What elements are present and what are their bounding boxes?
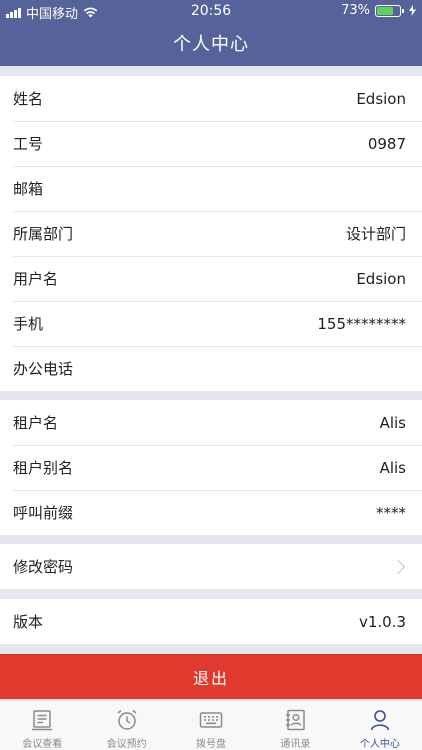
tab-label: 通讯录 [280, 739, 311, 750]
tab-keypad[interactable]: 拨号盘 [169, 701, 253, 750]
row-label: 版本 [13, 613, 44, 631]
page-title: 个人中心 [173, 34, 249, 55]
keypad-icon [199, 712, 223, 728]
tenant-row-call-prefix: 呼叫前缀 **** [0, 490, 422, 535]
profile-row-department: 所属部门 设计部门 [0, 211, 422, 256]
profile-row-employee-id: 工号 0987 [0, 121, 422, 166]
tab-contacts[interactable]: 通讯录 [253, 701, 337, 750]
row-label: 办公电话 [13, 360, 74, 378]
profile-row-username: 用户名 Edsion [0, 256, 422, 301]
tab-meeting-list[interactable]: 会议查看 [0, 701, 84, 750]
row-value: 155******** [317, 314, 406, 333]
version-group: 版本 v1.0.3 [0, 599, 422, 644]
top-bar: 中国移动 20:56 73% 个人中心 [0, 0, 422, 66]
charging-icon [409, 5, 416, 16]
profile-row-email: 邮箱 [0, 166, 422, 211]
row-value: v1.0.3 [358, 612, 406, 631]
profile-row-name: 姓名 Edsion [0, 76, 422, 121]
status-right: 73% [341, 3, 416, 18]
row-label: 工号 [13, 135, 44, 153]
meeting-list-icon [32, 710, 53, 731]
row-label: 修改密码 [13, 558, 74, 576]
tab-bar: 会议查看 会议预约 拨号盘 通讯录 个人中心 [0, 700, 422, 750]
row-label: 呼叫前缀 [13, 504, 74, 522]
row-label: 租户名 [13, 414, 59, 432]
profile-group: 姓名 Edsion 工号 0987 邮箱 所属部门 设计部门 用户名 Edsio… [0, 76, 422, 391]
battery-percent: 73% [341, 3, 370, 18]
change-password-row[interactable]: 修改密码 [0, 544, 422, 589]
tab-meeting-booking[interactable]: 会议预约 [84, 701, 168, 750]
tab-profile[interactable]: 个人中心 [338, 701, 422, 750]
chevron-right-icon [390, 559, 406, 574]
version-row: 版本 v1.0.3 [0, 599, 422, 644]
person-icon [370, 710, 390, 731]
profile-row-office-phone: 办公电话 [0, 346, 422, 391]
row-value: Alis [379, 413, 406, 432]
row-value: Edsion [356, 89, 406, 108]
tab-label: 会议查看 [22, 739, 63, 750]
row-value: 0987 [367, 134, 406, 153]
tenant-row-name: 租户名 Alis [0, 400, 422, 445]
alarm-clock-icon [117, 709, 137, 730]
row-value: Alis [379, 458, 406, 477]
row-value: **** [376, 503, 406, 522]
row-label: 姓名 [13, 90, 44, 108]
tab-label: 拨号盘 [196, 739, 227, 750]
row-label: 手机 [13, 315, 44, 333]
tenant-group: 租户名 Alis 租户别名 Alis 呼叫前缀 **** [0, 400, 422, 535]
tenant-row-alias: 租户别名 Alis [0, 445, 422, 490]
row-value: 设计部门 [345, 225, 406, 243]
tab-label: 个人中心 [359, 739, 400, 750]
row-value: Edsion [356, 269, 406, 288]
row-label: 邮箱 [13, 180, 44, 198]
status-bar: 中国移动 20:56 73% [0, 0, 422, 22]
row-label: 租户别名 [13, 459, 74, 477]
profile-row-mobile: 手机 155******** [0, 301, 422, 346]
row-label: 所属部门 [13, 225, 74, 243]
password-group: 修改密码 [0, 544, 422, 589]
contacts-icon [286, 709, 306, 731]
battery-icon [375, 4, 404, 17]
logout-button[interactable]: 退出 [0, 654, 422, 699]
tab-label: 会议预约 [106, 739, 147, 750]
row-label: 用户名 [13, 270, 59, 288]
